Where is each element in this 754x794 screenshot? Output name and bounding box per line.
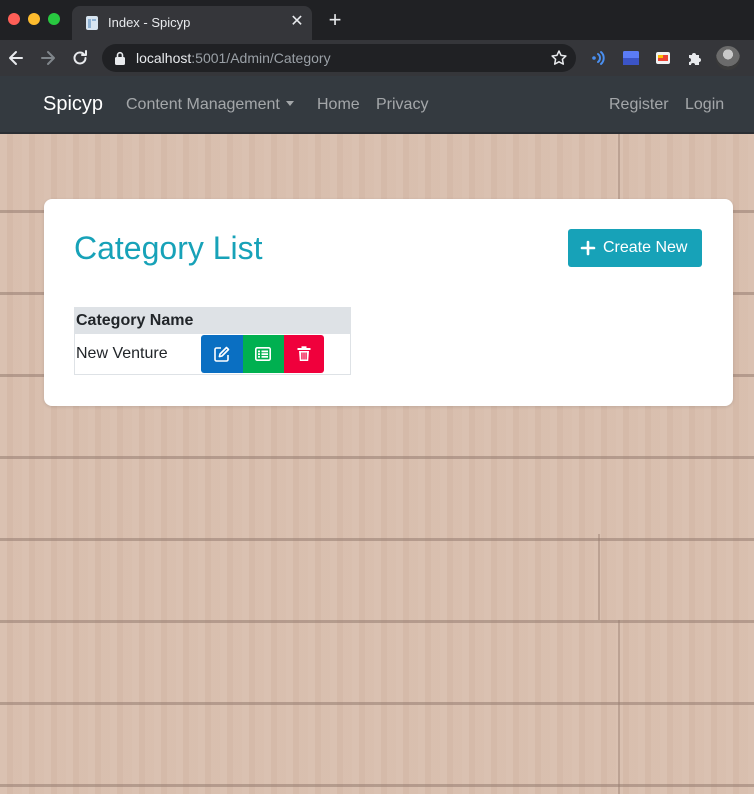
address-bar[interactable]: localhost:5001/Admin/Category (102, 44, 576, 72)
nav-content-management-dropdown[interactable]: Content Management (126, 96, 294, 114)
minimize-window-icon[interactable] (28, 13, 40, 25)
cast-extension-icon[interactable] (590, 49, 608, 67)
table-header-row: Category Name (74, 307, 351, 334)
back-arrow-icon[interactable] (6, 48, 26, 68)
bookmark-star-icon[interactable] (550, 49, 568, 67)
browser-tab-strip: Index - Spicyp ✕ + (0, 0, 754, 40)
nav-login-link[interactable]: Login (685, 96, 724, 114)
site-navbar: Spicyp Content Management Home Privacy R… (0, 76, 754, 134)
close-window-icon[interactable] (8, 13, 20, 25)
details-button[interactable] (242, 335, 284, 373)
screenshot-extension-icon[interactable] (654, 49, 672, 67)
lock-icon (115, 51, 125, 65)
edit-icon (213, 346, 229, 362)
nav-home-link[interactable]: Home (317, 96, 360, 114)
category-card: Category List Create New Category Name N… (44, 199, 733, 406)
list-icon (255, 347, 271, 361)
row-action-buttons (200, 335, 324, 373)
page-title: Category List (74, 230, 263, 266)
create-new-label: Create New (603, 239, 688, 256)
puzzle-extensions-icon[interactable] (686, 49, 704, 67)
url-path: :5001/Admin/Category (191, 50, 331, 66)
url-host: localhost (136, 50, 192, 66)
browser-toolbar: localhost:5001/Admin/Category (0, 40, 754, 76)
category-name-cell: New Venture (74, 333, 201, 375)
column-header-category-name: Category Name (74, 307, 351, 334)
maximize-window-icon[interactable] (48, 13, 60, 25)
forward-arrow-icon[interactable] (38, 48, 58, 68)
trash-icon (297, 346, 310, 361)
nav-register-link[interactable]: Register (609, 96, 669, 114)
nav-privacy-link[interactable]: Privacy (376, 96, 428, 114)
actions-cell (200, 333, 351, 375)
category-table: Category Name New Venture (74, 307, 351, 375)
edit-button[interactable] (200, 335, 243, 373)
page-favicon-icon (86, 16, 98, 30)
nav-content-management-label: Content Management (126, 96, 280, 113)
close-tab-icon[interactable]: ✕ (288, 13, 306, 31)
plus-icon (580, 240, 596, 256)
brand-logo-link[interactable]: Spicyp (43, 93, 103, 116)
profile-avatar[interactable] (716, 46, 740, 70)
delete-button[interactable] (283, 335, 324, 373)
tab-title: Index - Spicyp (108, 15, 191, 30)
reload-icon[interactable] (70, 48, 90, 68)
browser-tab[interactable]: Index - Spicyp ✕ (72, 6, 312, 40)
window-extension-icon[interactable] (622, 49, 640, 67)
new-tab-icon[interactable]: + (324, 9, 346, 31)
url-text: localhost:5001/Admin/Category (136, 50, 331, 66)
table-row: New Venture (74, 333, 351, 375)
create-new-button[interactable]: Create New (568, 229, 702, 267)
chevron-down-icon (285, 101, 294, 107)
